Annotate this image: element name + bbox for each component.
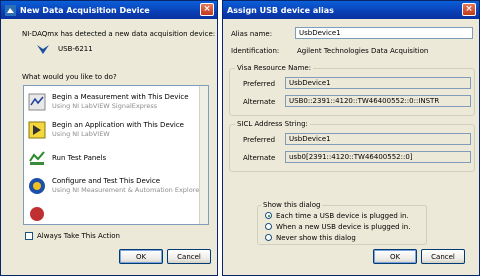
close-button[interactable]: × bbox=[200, 3, 214, 16]
question-text: What would you like to do? bbox=[22, 73, 117, 81]
always-take-action-checkbox[interactable] bbox=[25, 232, 33, 240]
list-item[interactable]: Configure and Test This Device Using NI … bbox=[28, 176, 202, 198]
sicl-preferred-label: Preferred bbox=[243, 136, 276, 144]
assign-alias-dialog: Assign USB device alias × Alias name: Us… bbox=[222, 0, 480, 276]
sicl-group bbox=[229, 124, 475, 172]
scrollbar[interactable] bbox=[199, 86, 208, 224]
cancel-button[interactable]: Cancel bbox=[421, 249, 465, 264]
action-title: Run Test Panels bbox=[52, 154, 107, 162]
list-item[interactable] bbox=[28, 204, 198, 224]
sicl-alternate-field: usb0[2391::4120::TW46400552::0] bbox=[285, 151, 471, 163]
ni-app-icon bbox=[5, 4, 16, 16]
list-item[interactable]: Run Test Panels bbox=[28, 148, 198, 170]
close-button[interactable]: × bbox=[462, 3, 476, 16]
ok-button[interactable]: OK bbox=[119, 249, 163, 264]
partial-item-icon bbox=[30, 207, 44, 221]
cancel-button[interactable]: Cancel bbox=[167, 249, 211, 264]
alias-label: Alias name: bbox=[231, 30, 273, 38]
list-item[interactable]: Begin an Application with This Device Us… bbox=[28, 120, 198, 142]
title-bar[interactable]: Assign USB device alias × bbox=[223, 1, 479, 19]
radio-each-time[interactable] bbox=[265, 212, 272, 219]
radio-label: When a new USB device is plugged in. bbox=[276, 223, 411, 231]
action-title: Begin an Application with This Device bbox=[52, 121, 184, 129]
action-title: Configure and Test This Device bbox=[52, 177, 161, 185]
visa-alternate-field: USB0::2391::4120::TW46400552::0::INSTR bbox=[285, 95, 471, 107]
new-device-dialog: New Data Acquisition Device × NI-DAQmx h… bbox=[0, 0, 218, 276]
window-title: Assign USB device alias bbox=[227, 5, 334, 15]
action-subtitle: Using NI LabVIEW SignalExpress bbox=[52, 102, 158, 110]
action-subtitle: Using NI Measurement & Automation Explor… bbox=[52, 186, 202, 194]
signalexpress-icon bbox=[28, 93, 46, 111]
alias-input[interactable]: UsbDevice1 bbox=[295, 27, 473, 39]
labview-icon bbox=[28, 121, 46, 139]
action-title: Begin a Measurement with This Device bbox=[52, 93, 189, 101]
radio-label: Each time a USB device is plugged in. bbox=[276, 212, 409, 220]
list-item[interactable]: Begin a Measurement with This Device Usi… bbox=[28, 92, 198, 114]
visa-preferred-label: Preferred bbox=[243, 80, 276, 88]
visa-group-title: Visa Resource Name: bbox=[235, 64, 314, 72]
action-list[interactable]: Begin a Measurement with This Device Usi… bbox=[23, 85, 209, 225]
always-take-action-label: Always Take This Action bbox=[37, 232, 120, 240]
sicl-preferred-field: UsbDevice1 bbox=[285, 133, 471, 145]
identification-label: Identification: bbox=[231, 47, 280, 55]
test-panels-icon bbox=[29, 151, 45, 165]
title-bar[interactable]: New Data Acquisition Device × bbox=[1, 1, 217, 19]
visa-preferred-field: UsbDevice1 bbox=[285, 77, 471, 89]
device-name: USB-6211 bbox=[58, 45, 93, 53]
ok-button[interactable]: OK bbox=[373, 249, 417, 264]
identification-value: Agilent Technologies Data Acquisition bbox=[297, 47, 429, 55]
show-dialog-title: Show this dialog bbox=[261, 201, 323, 209]
radio-never[interactable] bbox=[265, 234, 272, 241]
sicl-group-title: SICL Address String: bbox=[235, 120, 310, 128]
visa-group bbox=[229, 68, 475, 116]
sicl-alternate-label: Alternate bbox=[243, 154, 276, 162]
max-icon bbox=[29, 178, 45, 194]
usb-device-icon bbox=[37, 45, 49, 54]
visa-alternate-label: Alternate bbox=[243, 98, 276, 106]
radio-new-device[interactable] bbox=[265, 223, 272, 230]
radio-label: Never show this dialog bbox=[276, 234, 356, 242]
detected-text: NI-DAQmx has detected a new data acquisi… bbox=[22, 30, 216, 38]
window-title: New Data Acquisition Device bbox=[20, 5, 150, 15]
action-subtitle: Using NI LabVIEW bbox=[52, 130, 110, 138]
